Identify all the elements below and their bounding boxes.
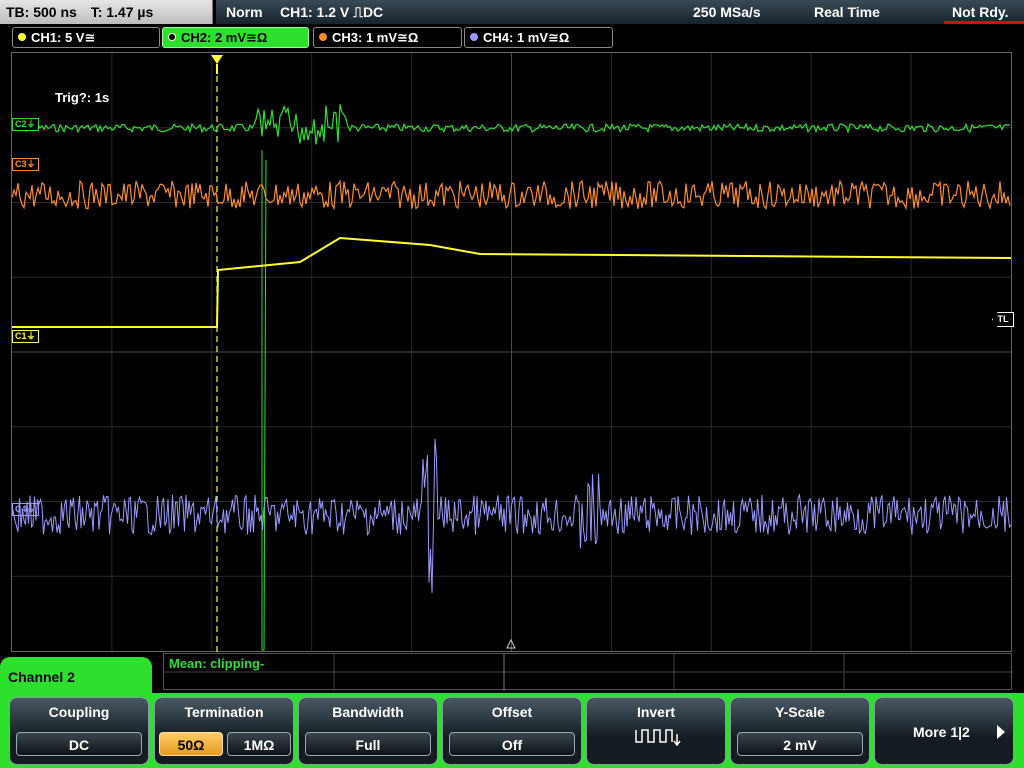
waveform-canvas	[11, 53, 1012, 652]
termination-label: Termination	[184, 704, 264, 720]
termination-1mohm-option[interactable]: 1MΩ	[227, 732, 291, 756]
coupling-value[interactable]: DC	[16, 732, 142, 756]
bandwidth-value[interactable]: Full	[305, 732, 431, 756]
offset-softkey[interactable]: Offset Off	[442, 697, 582, 765]
menu-title: Channel 2	[0, 657, 152, 697]
measurement-mean: Mean: clipping-	[169, 656, 265, 671]
trigger-position-icon	[211, 55, 223, 74]
coupling-label: Coupling	[48, 704, 110, 720]
termination-softkey[interactable]: Termination 50Ω 1MΩ	[154, 697, 294, 765]
yscale-softkey[interactable]: Y-Scale 2 mV	[730, 697, 870, 765]
offset-label: Offset	[491, 704, 533, 720]
ch1-offset-marker[interactable]: C1⏚	[12, 330, 39, 343]
ch2-spike	[261, 150, 267, 651]
invert-softkey[interactable]: Invert	[586, 697, 726, 765]
bandwidth-label: Bandwidth	[332, 704, 404, 720]
termination-50ohm-option[interactable]: 50Ω	[159, 732, 223, 756]
yscale-value[interactable]: 2 mV	[737, 732, 863, 756]
coupling-softkey[interactable]: Coupling DC	[9, 697, 149, 765]
measurement-grid	[164, 654, 1013, 691]
more-label: More 1|2	[913, 724, 970, 740]
ch2-offset-marker[interactable]: C2⏚	[12, 118, 39, 131]
offset-value[interactable]: Off	[449, 732, 575, 756]
inverted-square-wave-icon	[635, 729, 681, 747]
more-softkey[interactable]: More 1|2	[874, 697, 1014, 765]
invert-label: Invert	[636, 704, 676, 720]
ch3-offset-marker[interactable]: C3⏚	[12, 158, 39, 171]
measurement-panel: Mean: clipping-	[163, 653, 1013, 691]
graticule-grid	[12, 53, 1011, 652]
yscale-label: Y-Scale	[775, 704, 825, 720]
bandwidth-softkey[interactable]: Bandwidth Full	[298, 697, 438, 765]
arrow-right-icon	[997, 725, 1005, 739]
trigger-status-text: Trig?: 1s	[55, 90, 110, 105]
ch4-offset-marker[interactable]: C4⏚	[12, 503, 39, 516]
